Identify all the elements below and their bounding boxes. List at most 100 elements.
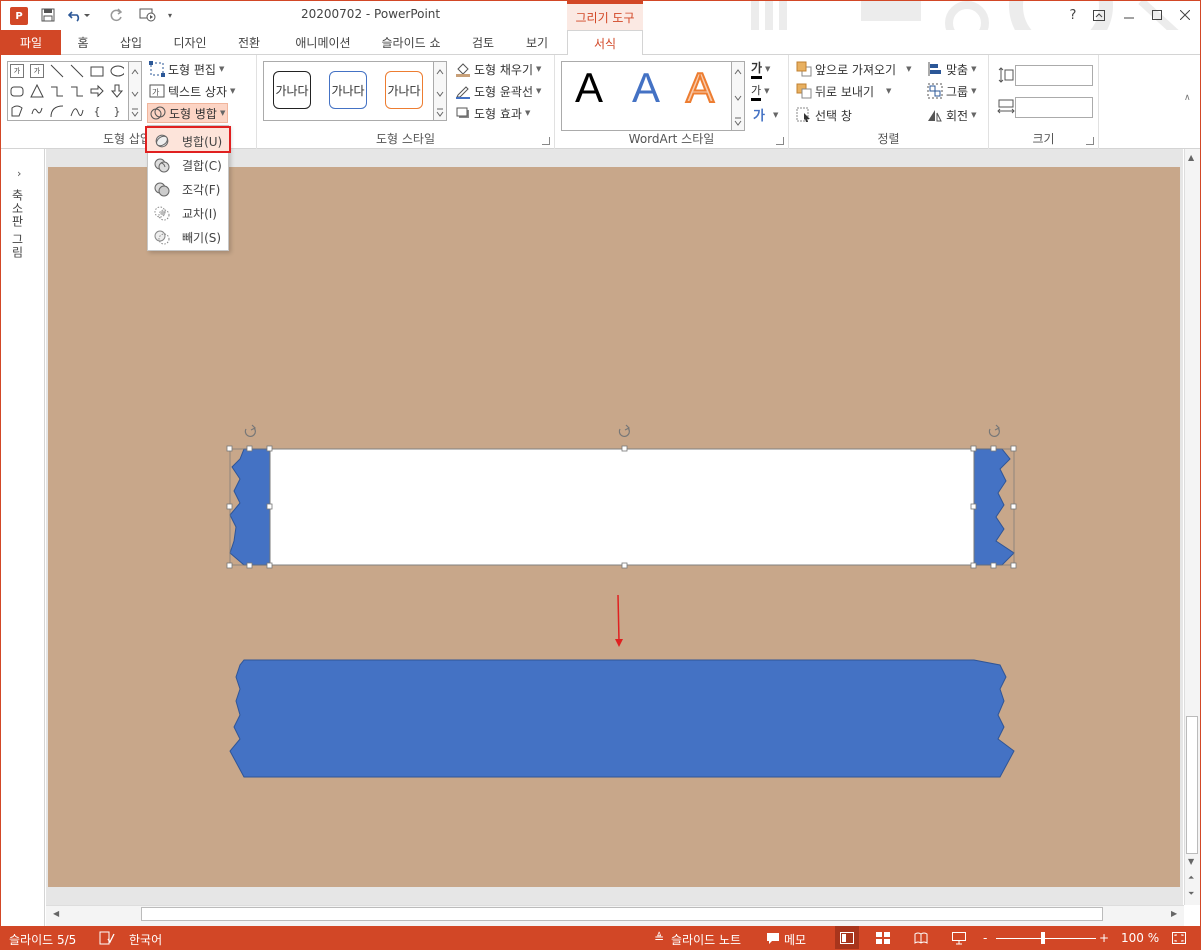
right-brace-icon[interactable]: } (110, 104, 124, 118)
shape-height-input[interactable] (1015, 65, 1093, 86)
rounded-rectangle-shape-icon[interactable] (10, 84, 24, 98)
text-box-button[interactable]: 가 텍스트 상자 ▼ (147, 81, 237, 101)
line-shape-icon[interactable] (70, 64, 84, 78)
tab-format[interactable]: 서식 (567, 30, 643, 56)
shape-outline-button[interactable]: 도형 윤곽선 ▼ (453, 81, 543, 101)
white-rectangle-shape[interactable] (269, 448, 975, 566)
shape-styles-gallery-scroll[interactable] (433, 61, 447, 121)
notes-icon[interactable]: ≜ (651, 930, 667, 946)
selection-pane-button[interactable]: 선택 창 (794, 105, 854, 125)
down-arrow-shape-icon[interactable] (110, 84, 124, 98)
right-torn-shape[interactable] (973, 448, 1015, 566)
size-launcher-icon[interactable] (1086, 137, 1094, 145)
slide-sorter-view-icon[interactable] (875, 930, 891, 946)
shape-width-input[interactable] (1015, 97, 1093, 118)
spell-check-icon[interactable] (99, 930, 115, 946)
slide-canvas[interactable] (48, 167, 1180, 887)
tab-view[interactable]: 보기 (517, 30, 557, 55)
tab-file[interactable]: 파일 (1, 30, 61, 55)
comments-button[interactable]: 메모 (784, 931, 806, 948)
notes-button[interactable]: 슬라이드 노트 (671, 931, 741, 948)
group-button[interactable]: 그룹 ▼ (925, 81, 978, 101)
fit-slide-to-window-icon[interactable] (1171, 930, 1187, 946)
zoom-in-button[interactable]: + (1099, 931, 1109, 945)
normal-view-icon[interactable] (835, 926, 859, 949)
scroll-left-icon[interactable]: ◀ (53, 909, 59, 918)
rectangle-shape-icon[interactable] (90, 64, 104, 78)
edit-shape-button[interactable]: 도형 편집 ▼ (147, 59, 226, 79)
shapes-gallery-scroll[interactable] (128, 61, 142, 121)
language-indicator[interactable]: 한국어 (129, 931, 162, 948)
merge-menu-fragment[interactable]: 조각(F) (150, 178, 226, 200)
selected-shapes-group[interactable] (226, 424, 1017, 569)
start-from-beginning-icon[interactable] (135, 5, 161, 25)
ribbon-display-options-icon[interactable] (1087, 5, 1111, 25)
maximize-button[interactable] (1145, 5, 1169, 25)
undo-icon[interactable] (65, 5, 93, 25)
shape-fill-button[interactable]: 도형 채우기 ▼ (453, 59, 543, 79)
customize-qat-icon[interactable]: ▾ (164, 5, 176, 25)
text-outline-button[interactable]: 가 ▼ (749, 81, 772, 101)
shape-style-sample-1[interactable]: 가나다 (273, 71, 311, 109)
next-slide-icon[interactable]: ⏷ (1188, 889, 1194, 899)
collapse-ribbon-icon[interactable]: ∧ (1184, 93, 1191, 103)
horizontal-scroll-thumb[interactable] (141, 907, 1103, 921)
previous-slide-icon[interactable]: ⏶ (1188, 873, 1194, 883)
align-button[interactable]: 맞춤 ▼ (925, 59, 978, 79)
oval-shape-icon[interactable] (110, 64, 124, 78)
triangle-shape-icon[interactable] (30, 84, 44, 98)
reading-view-icon[interactable] (913, 930, 929, 946)
zoom-slider-track[interactable] (996, 938, 1096, 939)
wordart-sample-black[interactable]: A (575, 67, 603, 109)
scroll-up-icon[interactable]: ▲ (1188, 153, 1194, 162)
merge-menu-union[interactable]: 병합(U) (145, 126, 231, 153)
merged-result-shape[interactable] (229, 659, 1015, 778)
tab-animations[interactable]: 애니메이션 (281, 30, 365, 55)
thumbnails-label[interactable]: 축소판 그림 (9, 189, 26, 259)
curve-shape-icon[interactable] (70, 104, 84, 118)
zoom-slider-knob[interactable] (1041, 932, 1045, 944)
wordart-gallery-scroll[interactable] (731, 61, 745, 131)
rotate-handles[interactable] (244, 424, 1001, 437)
tab-transitions[interactable]: 전환 (229, 30, 269, 55)
bring-forward-button[interactable]: 앞으로 가져오기 ▼ (794, 59, 914, 79)
text-fill-button[interactable]: 가 ▼ (749, 59, 772, 79)
tab-insert[interactable]: 삽입 (111, 30, 151, 55)
right-arrow-shape-icon[interactable] (90, 84, 104, 98)
shape-style-sample-3[interactable]: 가나다 (385, 71, 423, 109)
vertical-scroll-thumb[interactable] (1186, 716, 1198, 854)
left-torn-shape[interactable] (229, 448, 271, 566)
wordart-sample-orange-outline[interactable]: A (685, 66, 715, 110)
zoom-out-button[interactable]: - (983, 931, 987, 945)
shape-styles-launcher-icon[interactable] (542, 137, 550, 145)
wordart-launcher-icon[interactable] (776, 137, 784, 145)
merge-menu-intersect[interactable]: 교차(I) (150, 202, 226, 224)
merge-menu-subtract[interactable]: 빼기(S) (150, 226, 226, 248)
tab-home[interactable]: 홈 (65, 30, 101, 55)
textbox-shape-icon[interactable]: 가 (10, 64, 24, 78)
scroll-down-icon[interactable]: ▼ (1188, 857, 1194, 866)
scribble-shape-icon[interactable] (30, 104, 44, 118)
merge-menu-combine[interactable]: 결합(C) (150, 154, 226, 176)
expand-thumbnails-chevron-icon[interactable]: › (17, 167, 21, 180)
scroll-right-icon[interactable]: ▶ (1171, 909, 1177, 918)
shape-style-sample-2[interactable]: 가나다 (329, 71, 367, 109)
wordart-sample-blue[interactable]: A (632, 67, 660, 109)
tab-slideshow[interactable]: 슬라이드 쇼 (373, 30, 449, 55)
arc-shape-icon[interactable] (50, 104, 64, 118)
zoom-level[interactable]: 100 % (1121, 931, 1159, 945)
minimize-button[interactable] (1117, 5, 1141, 25)
vertical-textbox-shape-icon[interactable]: 가 (30, 64, 44, 78)
comments-icon[interactable] (765, 930, 781, 946)
close-button[interactable] (1173, 5, 1197, 25)
freeform-shape-icon[interactable] (10, 104, 24, 118)
line-shape-icon[interactable] (50, 64, 64, 78)
help-button[interactable]: ? (1061, 5, 1085, 25)
slideshow-view-icon[interactable] (951, 930, 967, 946)
shapes-gallery[interactable]: 가 가 { } (7, 61, 129, 121)
elbow-arrow-icon[interactable] (70, 84, 84, 98)
powerpoint-app-icon[interactable]: P (10, 7, 28, 25)
send-backward-button[interactable]: 뒤로 보내기 ▼ (794, 81, 893, 101)
save-icon[interactable] (39, 5, 57, 25)
merge-shapes-button[interactable]: 도형 병합 ▼ (147, 103, 229, 123)
